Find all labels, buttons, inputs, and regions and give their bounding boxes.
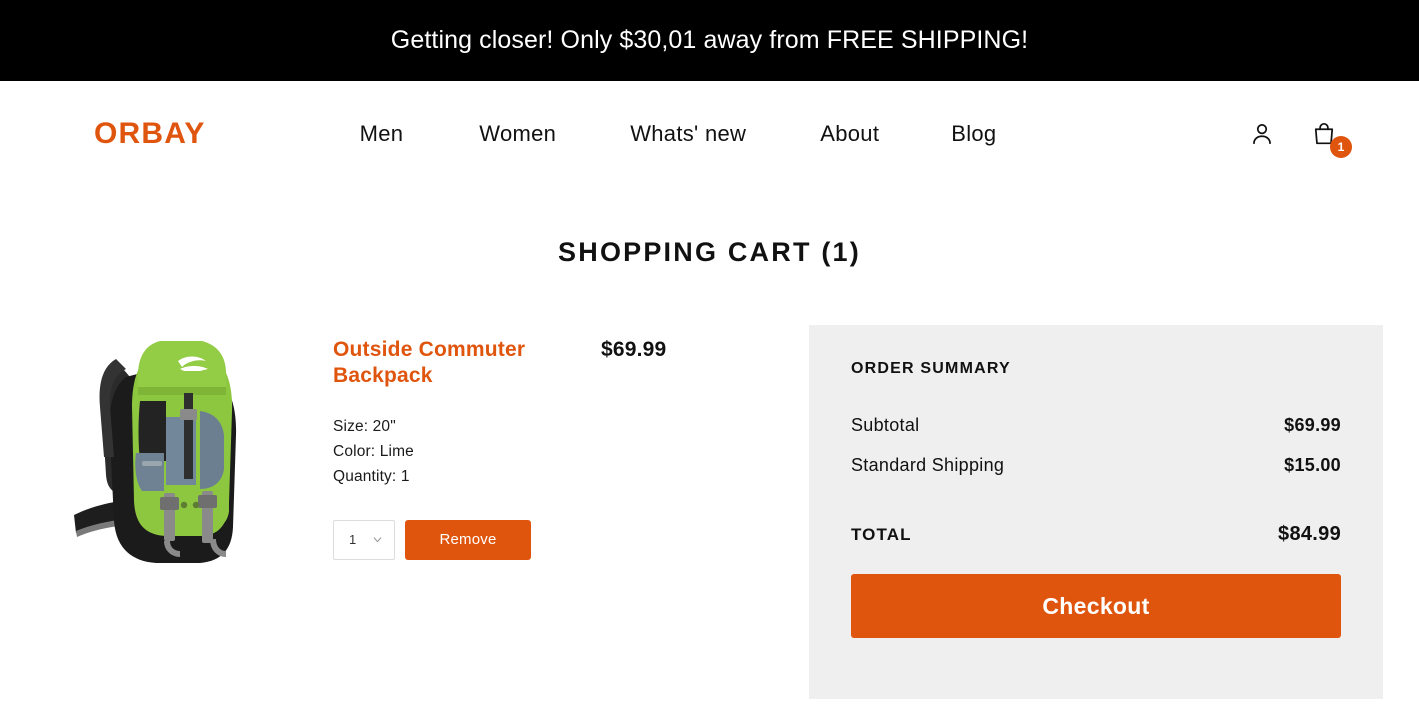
nav-item-men[interactable]: Men <box>360 115 404 153</box>
product-image[interactable] <box>60 325 265 575</box>
checkout-button[interactable]: Checkout <box>851 574 1341 638</box>
header-actions: 1 <box>1245 117 1353 158</box>
chevron-down-icon <box>373 537 382 543</box>
brand-logo[interactable]: ORBAY <box>94 117 206 151</box>
nav-item-about[interactable]: About <box>820 115 879 153</box>
summary-row-subtotal: Subtotal $69.99 <box>851 415 1341 436</box>
product-attribute-size: Size: 20" <box>333 418 396 436</box>
summary-row-shipping: Standard Shipping $15.00 <box>851 455 1341 476</box>
user-icon <box>1253 123 1271 144</box>
nav-item-blog[interactable]: Blog <box>951 115 996 153</box>
remove-button[interactable]: Remove <box>405 519 531 560</box>
summary-row-total: TOTAL $84.99 <box>851 523 1341 546</box>
product-headline: Outside Commuter Backpack $69.99 <box>333 337 758 388</box>
quantity-select-value: 1 <box>349 532 357 548</box>
order-summary-rows: Subtotal $69.99 Standard Shipping $15.00 <box>851 415 1341 476</box>
product-attribute-quantity: Quantity: 1 <box>333 468 410 486</box>
page-title: SHOPPING CART (1) <box>558 237 861 267</box>
promo-banner: Getting closer! Only $30,01 away from FR… <box>0 0 1419 81</box>
shipping-label: Standard Shipping <box>851 455 1005 475</box>
total-value: $84.99 <box>1278 523 1341 545</box>
subtotal-label: Subtotal <box>851 415 920 435</box>
backpack-illustration <box>74 341 237 563</box>
account-button[interactable] <box>1245 117 1279 151</box>
cart-count-badge: 1 <box>1330 135 1352 158</box>
cart-layout: Outside Commuter Backpack $69.99 Size: 2… <box>0 325 1419 699</box>
nav-item-women[interactable]: Women <box>479 115 556 153</box>
product-price: $69.99 <box>601 338 667 361</box>
cart-button[interactable]: 1 <box>1307 117 1352 158</box>
cart-item-row: Outside Commuter Backpack $69.99 Size: 2… <box>60 325 758 699</box>
product-controls: 1 Remove <box>333 519 758 560</box>
subtotal-value: $69.99 <box>1284 415 1341 435</box>
promo-banner-text: Getting closer! Only $30,01 away from FR… <box>390 26 1029 54</box>
product-details: Outside Commuter Backpack $69.99 Size: 2… <box>333 325 758 699</box>
nav-item-whats-new[interactable]: Whats' new <box>630 115 746 153</box>
main-nav: Men Women Whats' new About Blog <box>360 115 997 153</box>
quantity-select[interactable]: 1 <box>333 519 395 560</box>
site-header: ORBAY Men Women Whats' new About Blog 1 <box>0 81 1419 186</box>
product-title-link[interactable]: Outside Commuter Backpack <box>333 337 579 388</box>
product-attribute-color: Color: Lime <box>333 443 414 461</box>
total-label: TOTAL <box>851 525 912 544</box>
order-summary-title: ORDER SUMMARY <box>851 360 1011 377</box>
product-attributes: Size: 20" Color: Lime Quantity: 1 <box>333 414 758 489</box>
order-summary-panel: ORDER SUMMARY Subtotal $69.99 Standard S… <box>809 325 1383 699</box>
shipping-value: $15.00 <box>1284 455 1341 475</box>
